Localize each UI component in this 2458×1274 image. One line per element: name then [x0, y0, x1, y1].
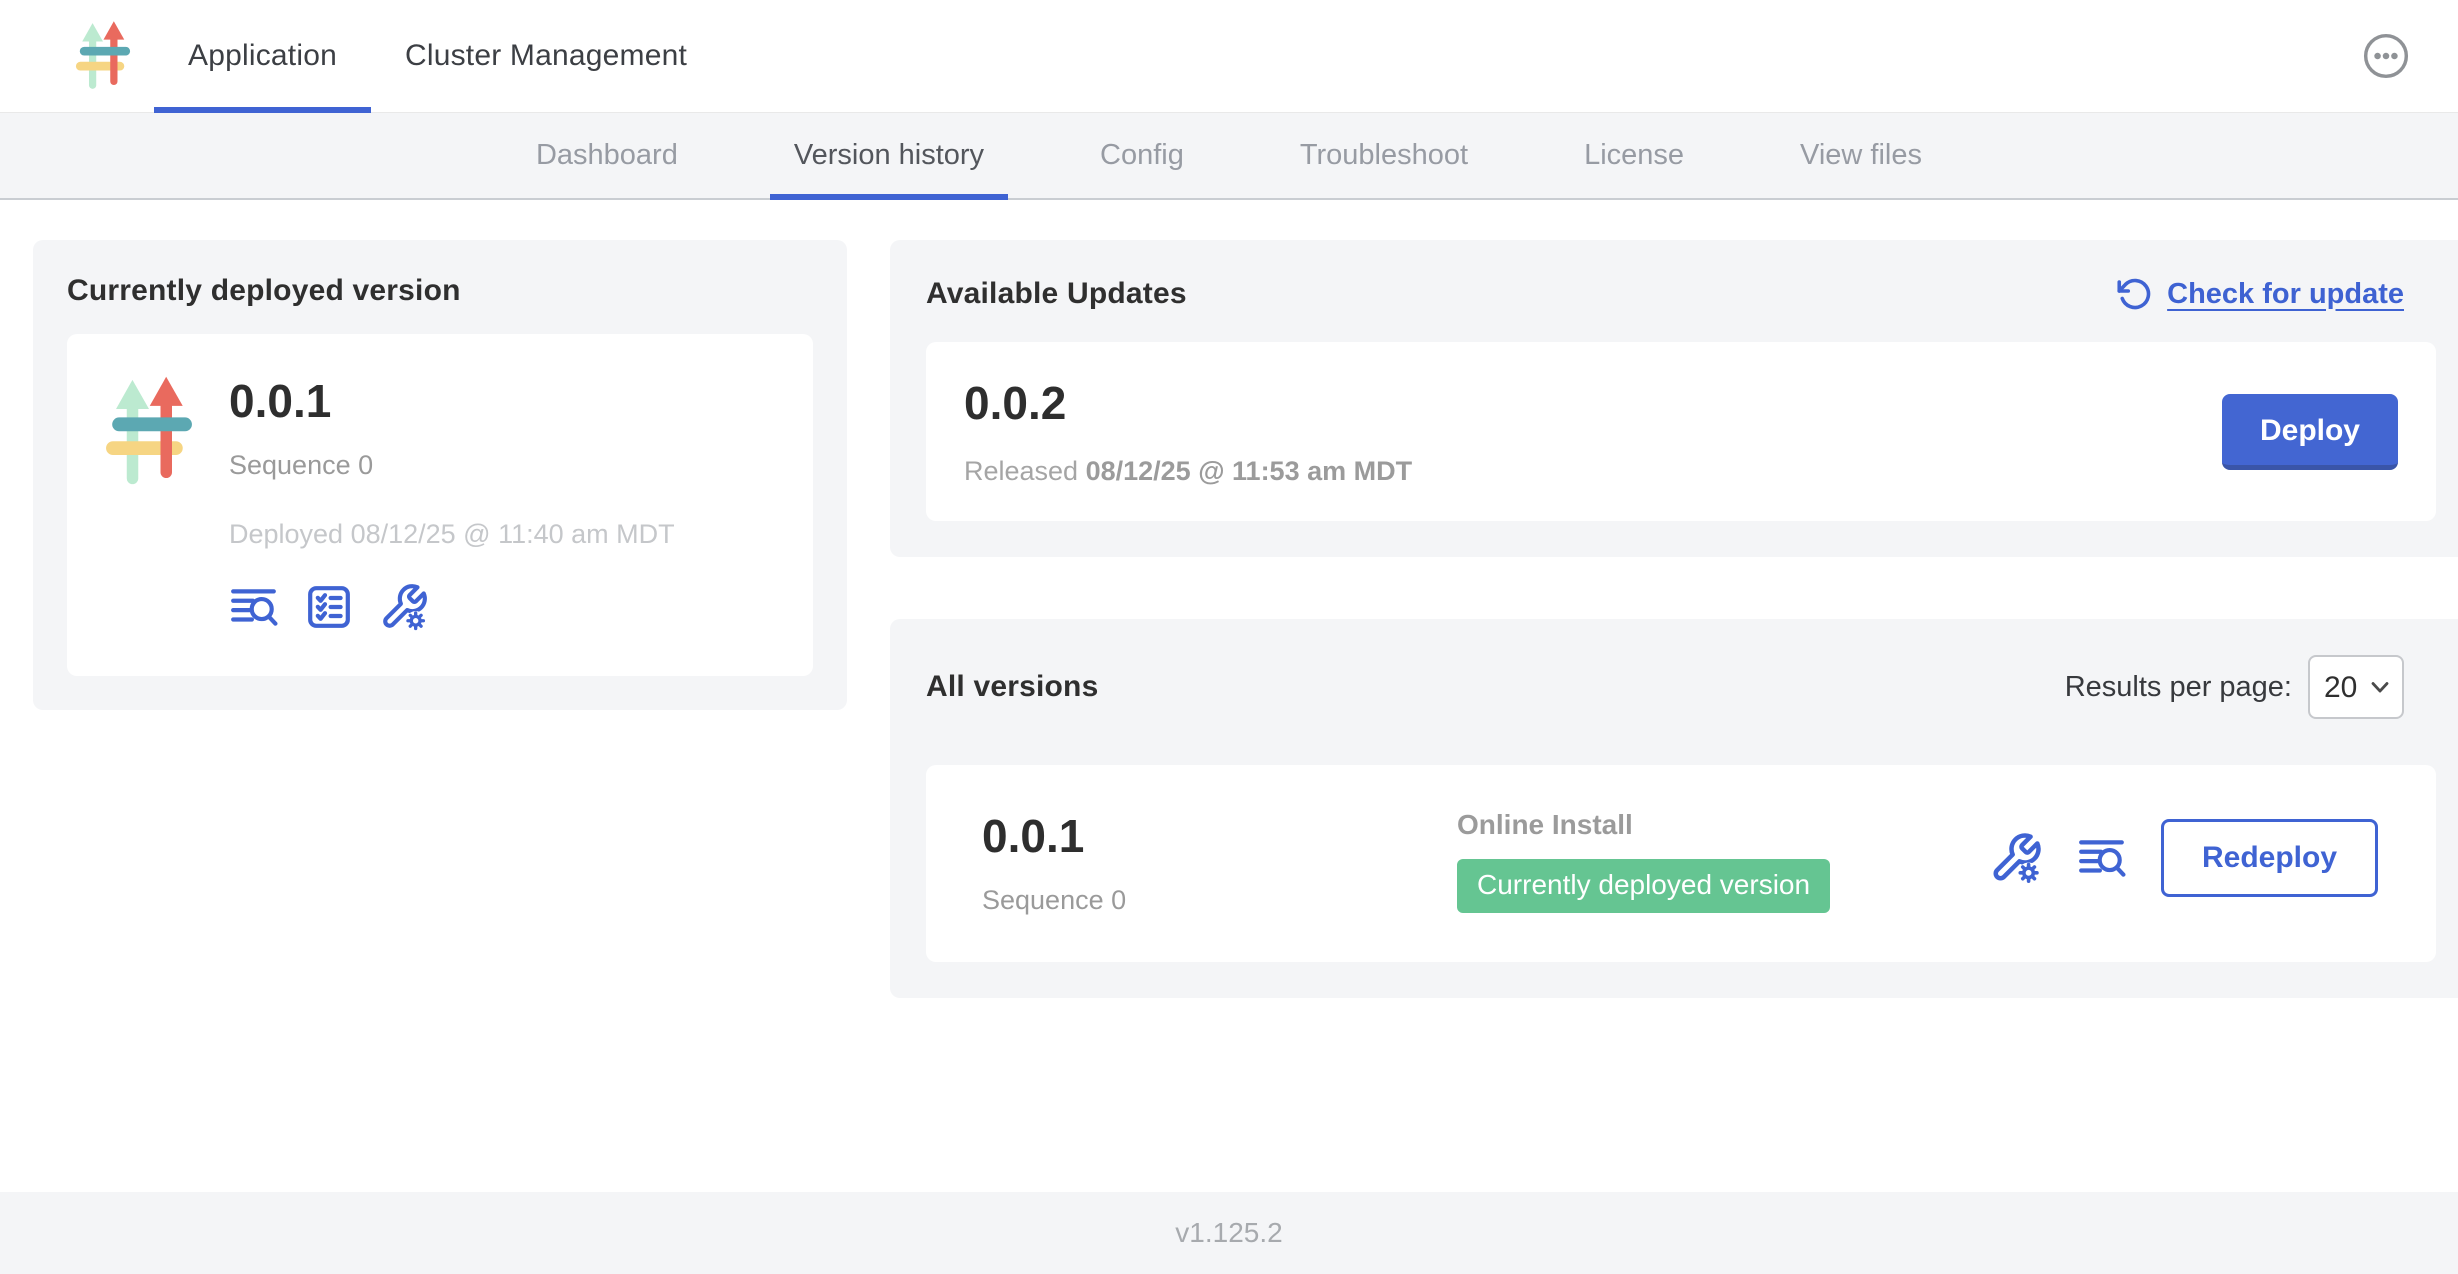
diff-log-icon[interactable]	[2077, 833, 2127, 883]
subtab-dashboard[interactable]: Dashboard	[478, 113, 736, 198]
app-sub-nav: Dashboard Version history Config Trouble…	[0, 113, 2458, 200]
redeploy-button[interactable]: Redeploy	[2161, 819, 2378, 897]
app-logo	[103, 376, 195, 632]
released-date: 08/12/25 @ 11:53 am MDT	[1086, 456, 1413, 486]
subtab-troubleshoot[interactable]: Troubleshoot	[1242, 113, 1526, 198]
deployed-timestamp: Deployed 08/12/25 @ 11:40 am MDT	[229, 519, 675, 550]
version-row: 0.0.1 Sequence 0 Online Install Currentl…	[926, 765, 2436, 962]
subtab-view-files[interactable]: View files	[1742, 113, 1980, 198]
status-badge: Currently deployed version	[1457, 859, 1830, 913]
tab-cluster-management[interactable]: Cluster Management	[371, 0, 721, 112]
console-version: v1.125.2	[1175, 1217, 1282, 1249]
config-wrench-icon[interactable]	[379, 582, 429, 632]
row-version-number: 0.0.1	[982, 809, 1457, 863]
refresh-icon	[2117, 276, 2153, 312]
diff-log-icon[interactable]	[229, 582, 279, 632]
subtab-version-history[interactable]: Version history	[736, 113, 1042, 198]
currently-deployed-card: Currently deployed version 0.0.1 Sequenc…	[33, 240, 847, 710]
version-history-page: Currently deployed version 0.0.1 Sequenc…	[0, 200, 2458, 998]
subtab-config[interactable]: Config	[1042, 113, 1242, 198]
config-wrench-icon[interactable]	[1989, 831, 2043, 885]
available-updates-card: Available Updates Check for update 0.0.2…	[890, 240, 2458, 557]
update-version-number: 0.0.2	[964, 376, 1412, 430]
tab-application[interactable]: Application	[154, 0, 371, 112]
currently-deployed-title: Currently deployed version	[67, 274, 813, 308]
check-for-update-link[interactable]: Check for update	[2117, 276, 2404, 312]
check-for-update-label: Check for update	[2167, 278, 2404, 311]
overflow-menu-button[interactable]	[2362, 33, 2410, 81]
results-per-page-label: Results per page:	[2065, 671, 2292, 704]
deployed-version-panel: 0.0.1 Sequence 0 Deployed 08/12/25 @ 11:…	[67, 334, 813, 676]
deployed-version-number: 0.0.1	[229, 374, 675, 428]
top-nav: Application Cluster Management	[0, 0, 2458, 113]
results-per-page-select[interactable]: 20	[2308, 655, 2404, 719]
app-logo	[74, 0, 132, 112]
available-updates-title: Available Updates	[926, 277, 1187, 311]
top-tab-bar: Application Cluster Management	[154, 0, 721, 112]
update-row: 0.0.2 Released 08/12/25 @ 11:53 am MDT D…	[926, 342, 2436, 521]
deploy-button[interactable]: Deploy	[2222, 394, 2398, 470]
ellipsis-circle-icon	[2363, 33, 2409, 79]
update-released-timestamp: Released 08/12/25 @ 11:53 am MDT	[964, 456, 1412, 487]
released-prefix: Released	[964, 456, 1078, 486]
subtab-license[interactable]: License	[1526, 113, 1742, 198]
all-versions-card: All versions Results per page: 20 0	[890, 619, 2458, 998]
console-footer: v1.125.2	[0, 1192, 2458, 1274]
install-type-label: Online Install	[1457, 809, 1989, 841]
row-sequence: Sequence 0	[982, 885, 1457, 916]
deployed-sequence: Sequence 0	[229, 450, 675, 481]
all-versions-title: All versions	[926, 670, 1098, 704]
preflight-checklist-icon[interactable]	[305, 583, 353, 631]
